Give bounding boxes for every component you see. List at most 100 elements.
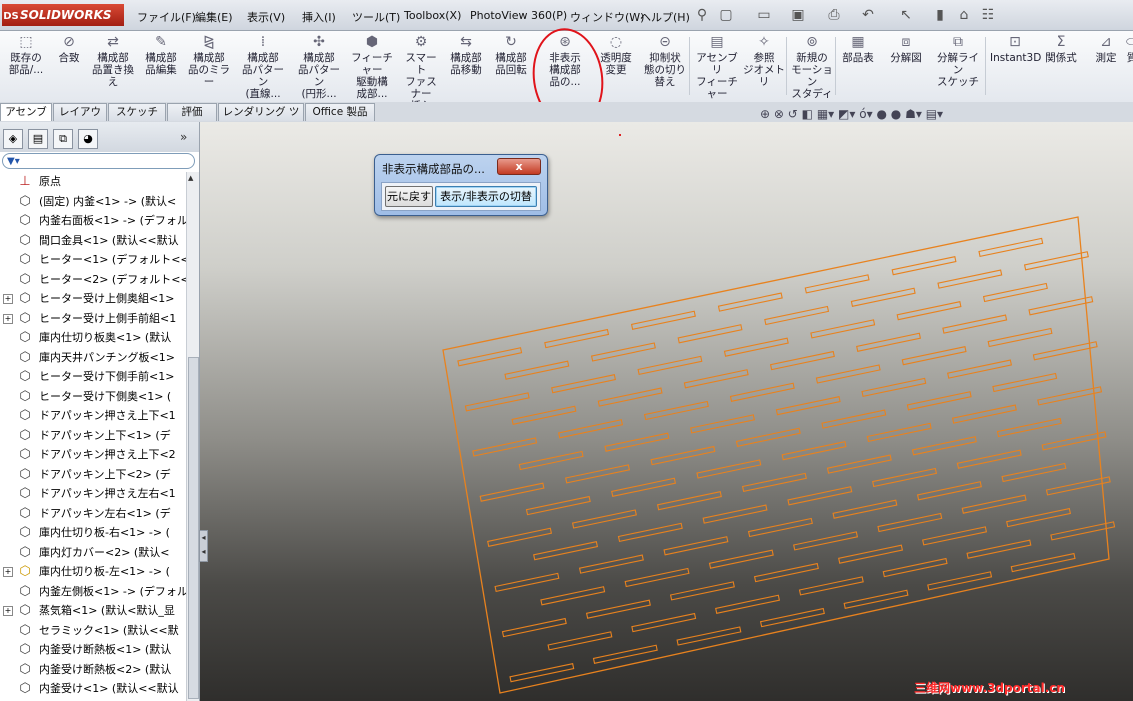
options-icon[interactable]: ☷ [980, 7, 996, 23]
menu-file[interactable]: ファイル(F) [137, 9, 196, 25]
undo-icon[interactable]: ↶ [860, 7, 876, 23]
ribbon-circular-pattern-button[interactable]: ✣ 構成部 品パターン (円形... [294, 33, 344, 100]
ribbon-insert-component-button[interactable]: ⬚ 既存の 部品/... [4, 33, 48, 76]
ribbon-mate-button[interactable]: ⊘ 合致 [56, 33, 82, 64]
ribbon-feature-driven-button[interactable]: ⬢ フィーチャー 駆動構 成部... [347, 33, 397, 100]
edit-appearance-icon[interactable]: ● [876, 107, 886, 121]
menu-tools[interactable]: ツール(T) [352, 9, 400, 25]
tab-render-tools[interactable]: レンダリング ツール [218, 103, 304, 135]
menu-window[interactable]: ウィンドウ(W) [570, 9, 644, 25]
ribbon-replace-component-button[interactable]: ⇄ 構成部 品置き換 え [90, 33, 136, 88]
menu-edit[interactable]: 編集(E) [195, 9, 233, 25]
feature-manager-tab-icon[interactable]: ◈ [3, 129, 23, 149]
configuration-manager-tab-icon[interactable]: ⧉ [53, 129, 73, 149]
ribbon-edit-component-button[interactable]: ✎ 構成部 品編集 [141, 33, 181, 76]
ribbon-linear-pattern-button[interactable]: ⁞ 構成部 品パターン (直線... [238, 33, 288, 100]
ribbon-instant3d-button[interactable]: ⊡ Instant3D [990, 33, 1041, 64]
tree-node[interactable]: ⬡ 内釜左側板<1> -> (デフォル [0, 582, 186, 602]
tree-node[interactable]: ⬡ ヒーター<1> (デフォルト<<デ [0, 250, 186, 270]
tree-node[interactable]: ⬡ 内釜受け<1> (默认<<默认 [0, 679, 186, 699]
scroll-up-icon[interactable]: ▲ [188, 174, 193, 182]
rebuild-icon[interactable]: ▮ [932, 7, 948, 23]
tree-node[interactable]: ⬡ 庫内灯カバー<2> (默认< [0, 543, 186, 563]
tree-node[interactable]: ⬡ セラミック<1> (默认<<默 [0, 621, 186, 641]
tree-node[interactable]: ⬡ ドアパッキン押さえ上下<2 [0, 445, 186, 465]
menu-insert[interactable]: 挿入(I) [302, 9, 336, 25]
ribbon-measure-button[interactable]: ⊿ 測定 [1091, 33, 1121, 64]
select-icon[interactable]: ↖ [898, 7, 914, 23]
scroll-thumb[interactable] [188, 357, 199, 699]
ribbon-mirror-component-button[interactable]: ⧎ 構成部 品のミラー [187, 33, 231, 88]
tree-node[interactable]: ⬡ ドアパッキン押さえ上下<1 [0, 406, 186, 426]
tree-node[interactable]: ⬡ 庫内仕切り板-右<1> -> ( [0, 523, 186, 543]
tree-node[interactable]: ⬡ ヒーター<2> (デフォルト<<デ [0, 270, 186, 290]
ribbon-smart-fastener-button[interactable]: ⚙スマート ファスナー 挿入 [401, 33, 441, 112]
pin-icon[interactable]: ⚲ [694, 7, 710, 23]
tree-node[interactable]: ⬡ ドアパッキン上下<2> (デ [0, 465, 186, 485]
expand-panel-icon[interactable]: » [180, 130, 187, 144]
expand-icon[interactable]: + [3, 606, 13, 616]
print-icon[interactable]: ⎙ [826, 7, 842, 23]
view-settings-icon[interactable]: ▤▾ [926, 107, 943, 121]
display-manager-tab-icon[interactable]: ◕ [78, 129, 98, 149]
tree-node[interactable]: ⬡ ヒーター受け下側手前<1> [0, 367, 186, 387]
ribbon-move-component-button[interactable]: ⇆ 構成部 品移動 [446, 33, 486, 76]
menu-toolbox[interactable]: Toolbox(X) [404, 9, 461, 22]
toggle-show-hide-button[interactable]: 表示/非表示の切替 [435, 186, 537, 207]
ribbon-assembly-feature-button[interactable]: ▤ アセンブリ フィーチャー [694, 33, 740, 100]
menu-photoview[interactable]: PhotoView 360(P) [470, 9, 567, 22]
tab-assembly[interactable]: アセンブリ [0, 103, 52, 135]
expand-icon[interactable]: + [3, 567, 13, 577]
zoom-to-fit-icon[interactable]: ⊕ [760, 107, 770, 121]
ribbon-mass-button[interactable]: ⬭ 質 [1122, 33, 1133, 64]
menu-view[interactable]: 表示(V) [247, 9, 285, 25]
hide-show-items-icon[interactable]: ό▾ [859, 107, 872, 121]
tree-node[interactable]: ⬡ 内釜受け断熱板<2> (默认 [0, 660, 186, 680]
tab-layout[interactable]: レイアウト [53, 103, 107, 135]
display-style-icon[interactable]: ◩▾ [838, 107, 855, 121]
tree-node[interactable]: ⬡ 庫内天井パンチング板<1> [0, 348, 186, 368]
apply-scene-icon[interactable]: ● [891, 107, 901, 121]
ribbon-equations-button[interactable]: Σ 関係式 [1044, 33, 1078, 64]
tree-node-origin[interactable]: ⊥ 原点 [0, 172, 186, 192]
open-icon[interactable]: ▭ [756, 7, 772, 23]
ribbon-bom-button[interactable]: ▦ 部品表 [838, 33, 878, 64]
graphics-area[interactable] [200, 122, 1133, 701]
ribbon-rotate-component-button[interactable]: ↻ 構成部 品回転 [491, 33, 531, 76]
tree-node[interactable]: ⬡ 庫内仕切り板奥<1> (默认 [0, 328, 186, 348]
view-orientation-icon[interactable]: ▦▾ [817, 107, 834, 121]
solidworks-logo[interactable]: DSSOLIDWORKS [2, 4, 124, 26]
tree-node[interactable]: ⬡ ヒーター受け下側奥<1> ( [0, 387, 186, 407]
property-manager-tab-icon[interactable]: ▤ [28, 129, 48, 149]
tree-node[interactable]: ⬡ ドアパッキン左右<1> (デ [0, 504, 186, 524]
tree-node[interactable]: ⬡ ドアパッキン上下<1> (デ [0, 426, 186, 446]
tree-node[interactable]: ⬡ ドアパッキン押さえ左右<1 [0, 484, 186, 504]
ribbon-exploded-view-button[interactable]: ⧈ 分解図 [886, 33, 926, 64]
ribbon-explode-line-button[interactable]: ⧉ 分解ライン スケッチ [932, 33, 984, 88]
panel-splitter[interactable]: ◂ ◂ [199, 530, 208, 562]
tab-office-products[interactable]: Office 製品 [305, 103, 375, 121]
tree-node[interactable]: ⬡ 内釜右面板<1> -> (デフォル [0, 211, 186, 231]
expand-icon[interactable]: + [3, 313, 13, 324]
tree-node[interactable]: + ⬡ ヒーター受け上側奥組<1> [0, 289, 186, 309]
tree-node[interactable]: + ⬡ 蒸気箱<1> (默认<默认_显 [0, 601, 186, 621]
close-button[interactable]: x [497, 158, 541, 175]
zoom-area-icon[interactable]: ⊗ [774, 107, 784, 121]
previous-view-icon[interactable]: ↺ [788, 107, 798, 121]
tree-node[interactable]: + ⬡ 庫内仕切り板-左<1> -> ( [0, 562, 186, 582]
tree-node[interactable]: ⬡ 内釜受け断熱板<1> (默认 [0, 640, 186, 660]
expand-icon[interactable]: + [3, 294, 13, 304]
file-properties-icon[interactable]: ⌂ [956, 7, 972, 23]
save-icon[interactable]: ▣ [790, 7, 806, 23]
menu-help[interactable]: ヘルプ(H) [640, 9, 690, 25]
tab-evaluate[interactable]: 評価 [167, 103, 217, 121]
tree-node[interactable]: ⬡ (固定) 内釜<1> -> (默认< [0, 192, 186, 212]
section-view-icon[interactable]: ◧ [802, 107, 813, 121]
ribbon-motion-study-button[interactable]: ⊚ 新規の モーション スタディ [790, 33, 834, 100]
tree-node[interactable]: + ⬡ ヒーター受け上側手前組<1 [0, 309, 186, 329]
tree-filter-input[interactable]: ▼▾ [2, 153, 195, 169]
tree-scrollbar[interactable]: ▲ [186, 172, 199, 701]
tab-sketch[interactable]: スケッチ [108, 103, 166, 121]
undo-button[interactable]: 元に戻す [385, 186, 433, 207]
new-document-icon[interactable]: ▢ [718, 7, 734, 23]
